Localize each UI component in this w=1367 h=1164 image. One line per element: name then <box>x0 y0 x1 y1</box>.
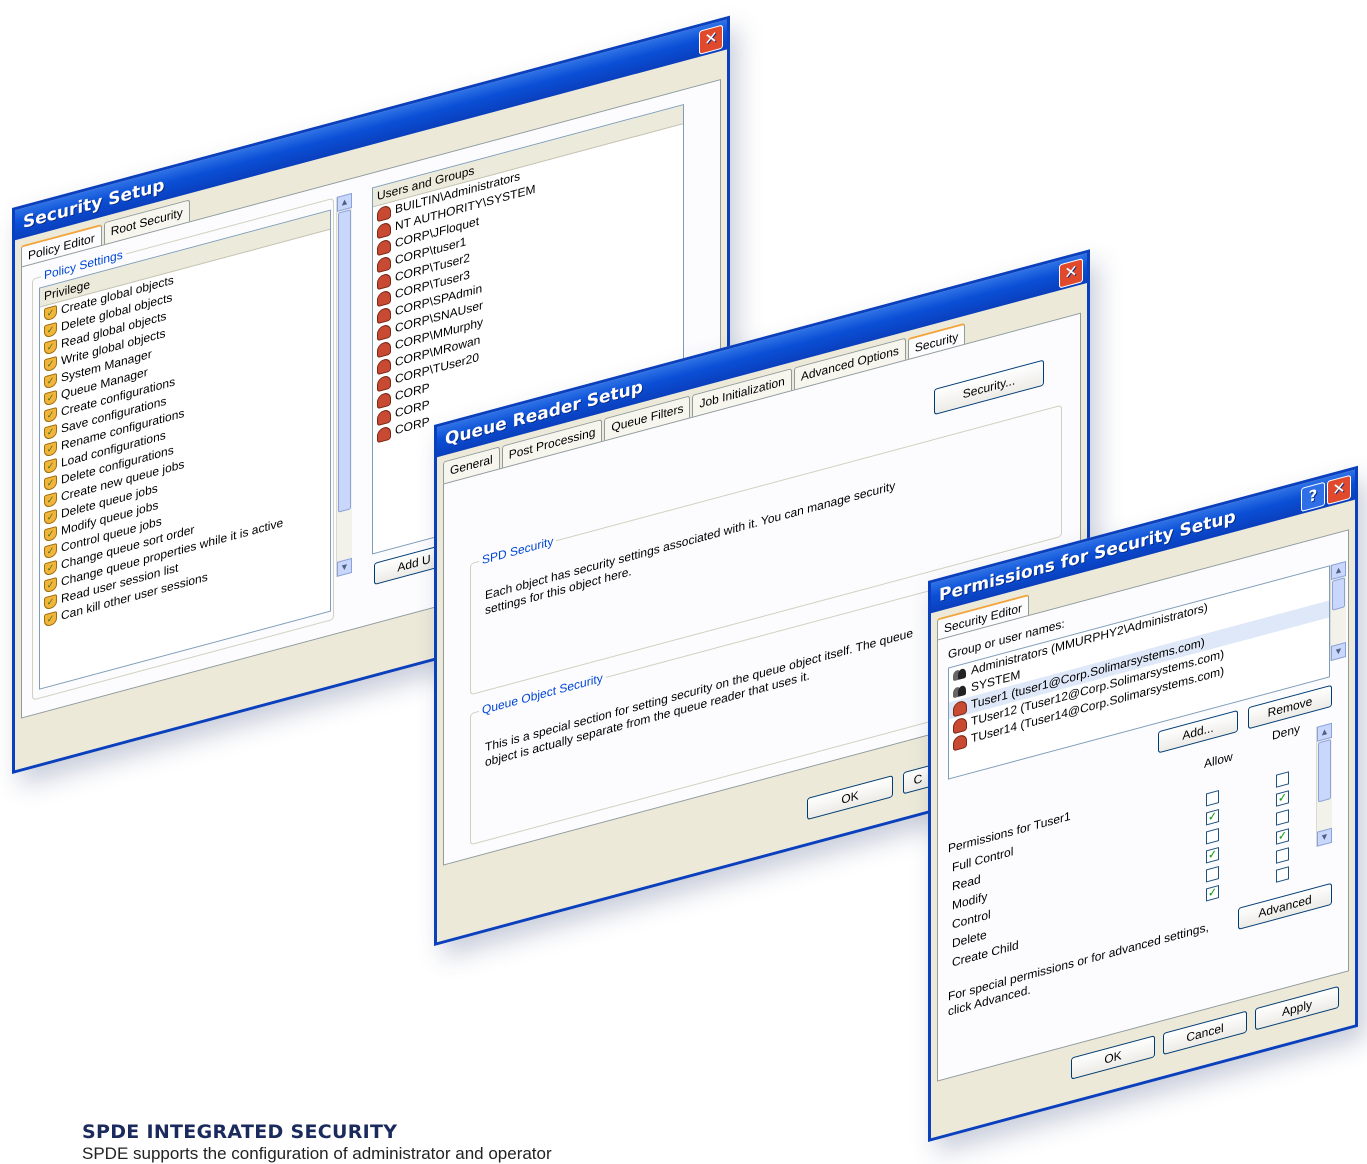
shield-check-icon: ✓ <box>44 610 57 628</box>
scroll-down-icon[interactable]: ▼ <box>1331 641 1346 662</box>
user-icon <box>953 733 967 751</box>
shield-check-icon: ✓ <box>44 440 57 458</box>
ok-button[interactable]: OK <box>807 775 893 821</box>
scroll-thumb[interactable] <box>1318 739 1331 803</box>
scroll-thumb[interactable] <box>338 209 351 513</box>
group-icon <box>953 666 967 683</box>
allow-checkbox[interactable] <box>1206 866 1219 883</box>
close-icon[interactable]: ✕ <box>1059 258 1083 289</box>
privilege-scrollbar[interactable]: ▲ ▼ <box>336 192 352 578</box>
caption-text: SPDE supports the configuration of admin… <box>82 1144 552 1163</box>
shield-check-icon: ✓ <box>44 525 57 543</box>
scroll-down-icon[interactable]: ▼ <box>337 557 352 577</box>
policy-settings-group: Policy Settings Privilege ✓ Create global… <box>32 197 334 701</box>
deny-checkbox[interactable] <box>1276 790 1289 807</box>
close-icon[interactable]: ✕ <box>699 24 723 55</box>
shield-check-icon: ✓ <box>44 304 57 322</box>
deny-checkbox[interactable] <box>1276 866 1289 883</box>
deny-checkbox[interactable] <box>1276 847 1289 864</box>
group-icon <box>953 683 967 700</box>
names-scrollbar[interactable]: ▲ ▼ <box>1330 560 1346 662</box>
caption-title: SPDE INTEGRATED SECURITY <box>82 1121 398 1143</box>
user-icon <box>377 424 391 443</box>
shield-check-icon: ✓ <box>44 559 57 577</box>
shield-check-icon: ✓ <box>44 321 57 339</box>
shield-check-icon: ✓ <box>44 338 57 356</box>
allow-checkbox[interactable] <box>1206 809 1219 826</box>
deny-checkbox[interactable] <box>1276 828 1289 845</box>
permissions-window: Permissions for Security Setup ? ✕ Secur… <box>928 465 1358 1142</box>
deny-header: Deny <box>1272 721 1301 743</box>
scroll-thumb[interactable] <box>1332 577 1345 611</box>
scroll-down-icon[interactable]: ▼ <box>1317 827 1332 847</box>
deny-checkbox[interactable] <box>1276 771 1289 788</box>
shield-check-icon: ✓ <box>44 389 57 407</box>
shield-check-icon: ✓ <box>44 423 57 441</box>
shield-check-icon: ✓ <box>44 355 57 373</box>
shield-check-icon: ✓ <box>44 372 57 390</box>
shield-check-icon: ✓ <box>44 593 57 611</box>
help-icon[interactable]: ? <box>1301 481 1325 513</box>
permissions-scrollbar[interactable]: ▲ ▼ <box>1316 722 1332 848</box>
shield-check-icon: ✓ <box>44 457 57 475</box>
allow-header: Allow <box>1204 749 1233 772</box>
close-icon[interactable]: ✕ <box>1327 474 1351 506</box>
shield-check-icon: ✓ <box>44 542 57 560</box>
deny-checkbox[interactable] <box>1276 809 1289 826</box>
allow-checkbox[interactable] <box>1206 847 1219 864</box>
allow-checkbox[interactable] <box>1206 828 1219 845</box>
spd-security-label: SPD Security <box>479 533 557 568</box>
privilege-list[interactable]: Privilege ✓ Create global objects ✓ Delete … <box>39 209 331 690</box>
shield-check-icon: ✓ <box>44 406 57 424</box>
allow-checkbox[interactable] <box>1206 790 1219 807</box>
shield-check-icon: ✓ <box>44 491 57 509</box>
allow-checkbox[interactable] <box>1206 885 1219 902</box>
shield-check-icon: ✓ <box>44 508 57 526</box>
shield-check-icon: ✓ <box>44 576 57 594</box>
shield-check-icon: ✓ <box>44 474 57 492</box>
security-button[interactable]: Security... <box>934 359 1044 416</box>
